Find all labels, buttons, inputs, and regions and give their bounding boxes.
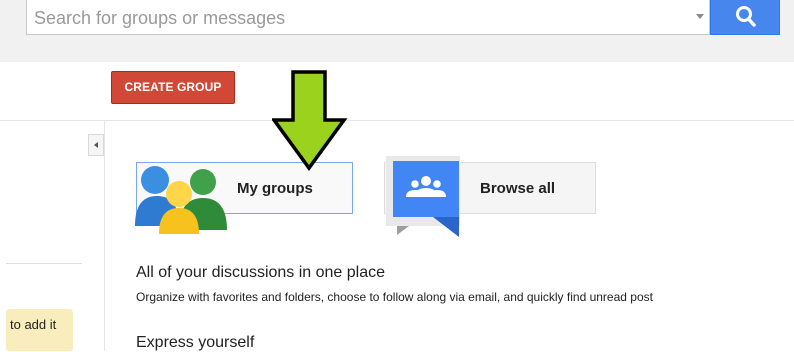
browse-groups-icon <box>386 156 460 237</box>
intro-heading-express: Express yourself <box>136 334 255 351</box>
search-icon <box>736 6 756 27</box>
create-group-button[interactable]: CREATE GROUP <box>111 71 235 104</box>
people-icon <box>135 166 227 234</box>
sidebar-hint: to add it <box>6 309 73 351</box>
top-bar <box>0 0 794 62</box>
chevron-down-icon[interactable] <box>696 14 704 19</box>
intro-heading-discussions: All of your discussions in one place <box>136 264 386 281</box>
content-divider <box>0 120 794 121</box>
browse-all-label: Browse all <box>480 180 556 197</box>
intro-description-discussions: Organize with favorites and folders, cho… <box>136 290 653 304</box>
search-bar <box>26 0 780 36</box>
search-button[interactable] <box>710 0 780 35</box>
sidebar-divider <box>6 263 82 264</box>
sidebar-collapse-button[interactable] <box>88 134 104 156</box>
my-groups-label: My groups <box>237 180 313 197</box>
arrow-down-icon <box>272 70 348 171</box>
search-input[interactable] <box>26 0 710 35</box>
sidebar-border <box>104 121 105 351</box>
chevron-left-icon <box>94 142 98 148</box>
